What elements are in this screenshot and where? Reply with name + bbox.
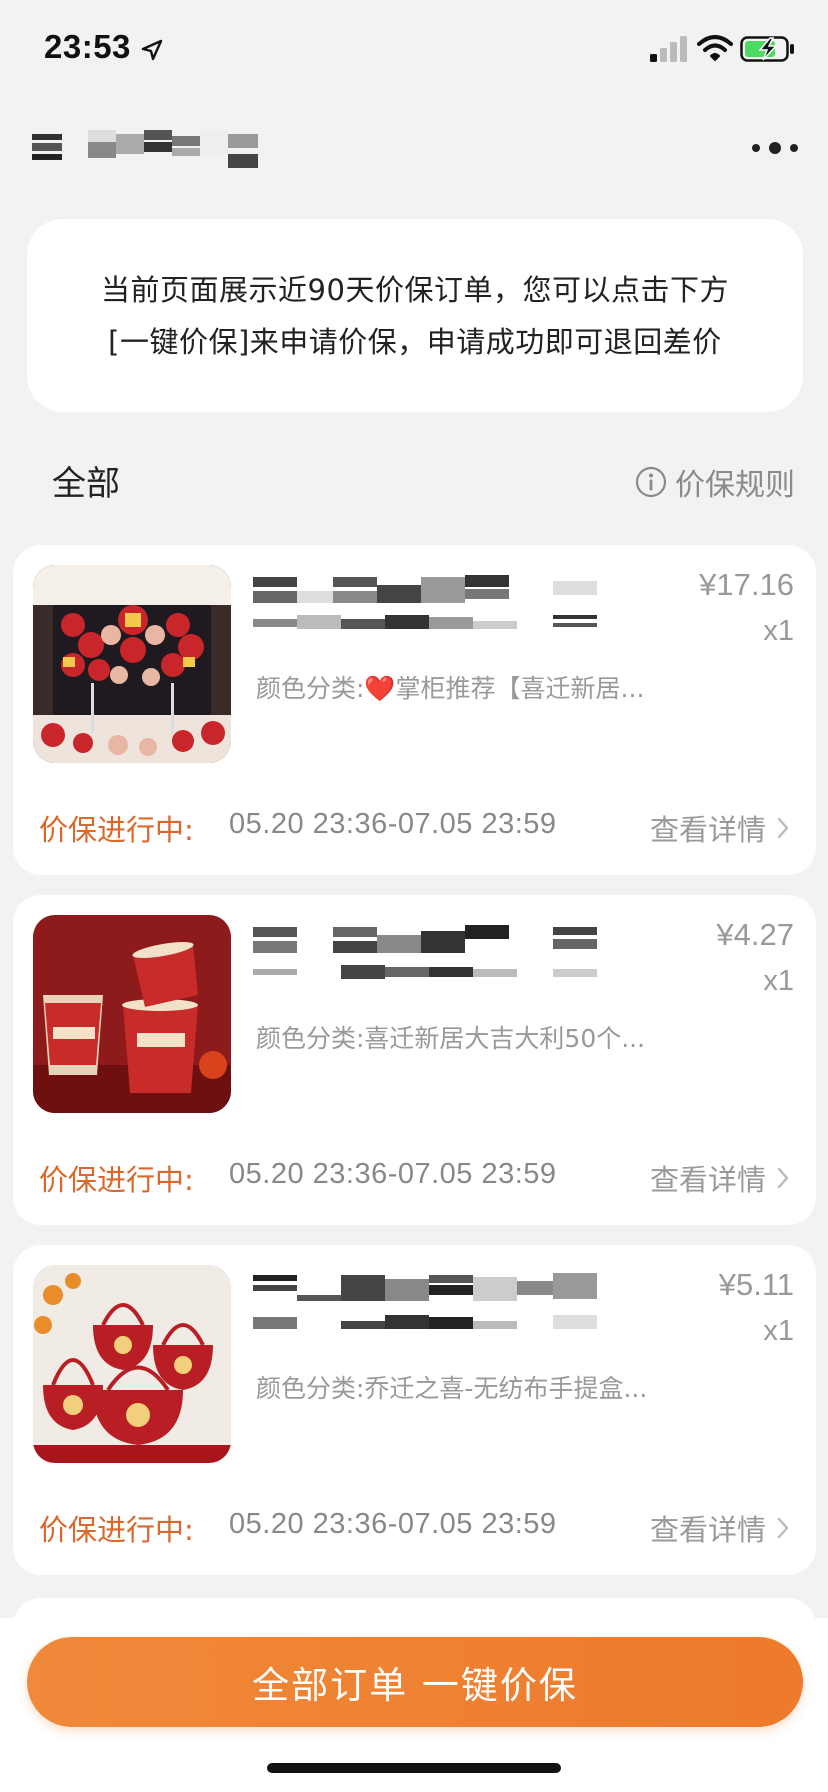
section-title: 全部 — [52, 464, 120, 504]
chevron-right-icon — [777, 1517, 789, 1539]
view-details-link[interactable]: 查看详情 — [650, 1157, 790, 1199]
order-card[interactable]: ¥5.11 x1 颜色分类:乔迁之喜-无纺布手提盒... 价保进行中: 05.2… — [13, 1245, 816, 1575]
status-time: 23:53 — [44, 28, 131, 65]
protection-period: 05.20 23:36-07.05 23:59 — [229, 1158, 557, 1190]
view-details-link[interactable]: 查看详情 — [650, 807, 790, 849]
product-image[interactable] — [33, 915, 231, 1113]
one-click-price-protection-button[interactable]: 全部订单 一键价保 — [27, 1637, 803, 1727]
product-title-redacted — [253, 925, 597, 979]
protection-period: 05.20 23:36-07.05 23:59 — [229, 808, 557, 840]
chevron-right-icon — [777, 817, 789, 839]
price-protection-rules-link[interactable]: 价保规则 — [635, 460, 795, 504]
price-protection-notice: 当前页面展示近90天价保订单，您可以点击下方 [一键价保]来申请价保，申请成功即… — [27, 219, 803, 412]
order-card[interactable]: ¥17.16 x1 颜色分类:❤️掌柜推荐【喜迁新居... 价保进行中: 05.… — [13, 545, 816, 875]
protection-status-label: 价保进行中: — [39, 813, 194, 847]
view-details-link[interactable]: 查看详情 — [650, 1507, 790, 1549]
wifi-icon — [697, 35, 733, 61]
balloon-decor-image — [33, 565, 231, 763]
product-image[interactable] — [33, 1265, 231, 1463]
order-card[interactable]: ¥4.27 x1 颜色分类:喜迁新居大吉大利50个... 价保进行中: 05.2… — [13, 895, 816, 1225]
gift-bags-image — [33, 1265, 231, 1463]
protection-period: 05.20 23:36-07.05 23:59 — [229, 1508, 557, 1540]
protection-status-label: 价保进行中: — [39, 1513, 194, 1547]
view-details-label: 查看详情 — [649, 1163, 766, 1197]
home-indicator[interactable] — [267, 1763, 561, 1773]
back-icon[interactable] — [32, 134, 62, 162]
item-variant: 颜色分类:乔迁之喜-无纺布手提盒... — [256, 1374, 648, 1403]
product-title-redacted — [253, 1273, 597, 1329]
chevron-right-icon — [777, 1167, 789, 1189]
cellular-signal-icon — [650, 36, 687, 62]
item-price: ¥17.16 — [699, 567, 794, 602]
view-details-label: 查看详情 — [649, 1513, 766, 1547]
item-variant: 颜色分类:❤️掌柜推荐【喜迁新居... — [256, 674, 645, 703]
rules-label: 价保规则 — [675, 468, 795, 503]
more-options-icon[interactable] — [750, 138, 800, 158]
battery-charging-icon — [740, 36, 794, 62]
product-title-redacted — [253, 575, 597, 629]
product-image[interactable] — [33, 565, 231, 763]
item-quantity: x1 — [763, 1315, 794, 1347]
item-price: ¥4.27 — [716, 917, 794, 952]
view-details-label: 查看详情 — [649, 813, 766, 847]
item-price: ¥5.11 — [718, 1267, 794, 1302]
paper-cups-image — [33, 915, 231, 1113]
protection-status-label: 价保进行中: — [39, 1163, 194, 1197]
notice-line-1: 当前页面展示近90天价保订单，您可以点击下方 — [101, 272, 729, 307]
notice-line-2: [一键价保]来申请价保，申请成功即可退回差价 — [108, 324, 722, 359]
nav-title-redacted — [88, 130, 258, 168]
location-arrow-icon — [141, 39, 163, 61]
item-quantity: x1 — [763, 965, 794, 997]
item-variant: 颜色分类:喜迁新居大吉大利50个... — [256, 1024, 646, 1053]
status-bar: 23:53 — [0, 0, 828, 96]
nav-bar — [0, 118, 828, 182]
info-icon — [635, 466, 667, 498]
item-quantity: x1 — [763, 615, 794, 647]
